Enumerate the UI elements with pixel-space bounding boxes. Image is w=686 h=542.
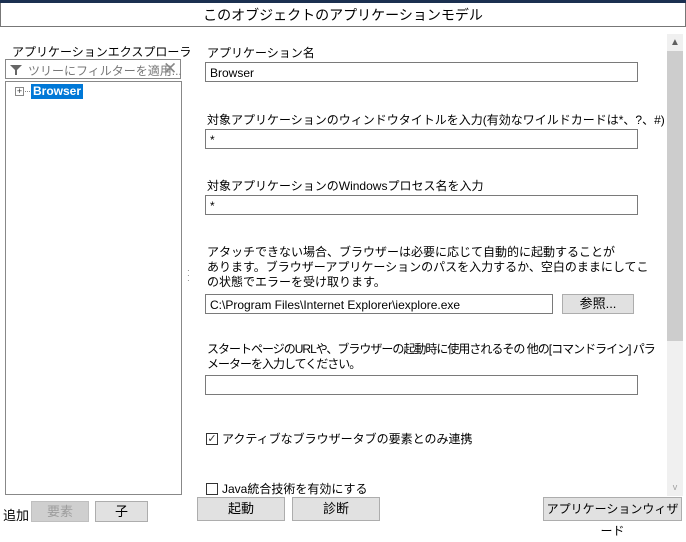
tree-connector <box>25 91 30 92</box>
path-desc-line: アタッチできない場合、ブラウザーは必要に応じて自動的に起動することが <box>207 245 616 259</box>
process-name-input[interactable]: * <box>205 195 638 215</box>
java-checkbox-row[interactable]: Java統合技術を有効にする <box>206 480 367 497</box>
clear-filter-icon[interactable]: ✕ <box>163 59 177 79</box>
launch-button[interactable]: 起動 <box>197 497 285 521</box>
add-element-button[interactable]: 要素 <box>31 501 89 522</box>
tree-node-browser[interactable]: Browser <box>31 84 84 99</box>
explorer-tree[interactable]: + Browser <box>5 81 182 495</box>
diagnose-button[interactable]: 診断 <box>292 497 380 521</box>
browse-button[interactable]: 参照... <box>562 294 634 314</box>
active-tab-checkbox-row[interactable]: ✓ アクティブなブラウザータブの要素とのみ連携 <box>206 430 473 447</box>
browser-path-input[interactable]: C:\Program Files\Internet Explorer\iexpl… <box>205 294 553 314</box>
filter-placeholder: ツリーにフィルターを適用... <box>28 64 182 78</box>
path-desc-line: の状態でエラーを受け取ります。 <box>207 275 386 289</box>
path-description: アタッチできない場合、ブラウザーは必要に応じて自動的に起動することが あります。… <box>207 245 648 290</box>
scroll-up-icon[interactable]: ▲ <box>667 34 683 51</box>
start-desc-line: スタートページのURLや、ブラウザーの起動時に使用されるその 他の[コマンドライ… <box>207 342 656 356</box>
path-desc-line: あります。ブラウザーアプリケーションのパスを入力するか、空白のままにしてこ <box>207 260 649 274</box>
vertical-scrollbar[interactable]: ▲ v <box>667 34 683 496</box>
window-title-label: 対象アプリケーションのウィンドウタイトルを入力(有効なワイルドカードは*、?、#… <box>207 113 665 127</box>
app-name-label: アプリケーション名 <box>207 46 315 60</box>
add-label: 追加 <box>3 508 30 523</box>
splitter-handle[interactable]: · · · <box>187 267 190 285</box>
expand-icon[interactable]: + <box>15 87 24 96</box>
window-title-input[interactable]: * <box>205 129 638 149</box>
active-tab-checkbox[interactable]: ✓ <box>206 432 218 445</box>
filter-icon-stem <box>15 70 17 75</box>
start-params-description: スタートページのURLや、ブラウザーの起動時に使用されるその 他の[コマンドライ… <box>207 342 656 372</box>
java-checkbox[interactable] <box>206 482 218 495</box>
active-tab-label: アクティブなブラウザータブの要素とのみ連携 <box>222 432 473 446</box>
process-name-label: 対象アプリケーションのWindowsプロセス名を入力 <box>207 179 484 193</box>
start-params-input[interactable] <box>205 375 638 395</box>
explorer-label: アプリケーションエクスプローラ <box>12 45 192 59</box>
java-label: Java統合技術を有効にする <box>222 482 368 496</box>
add-child-button[interactable]: 子 <box>95 501 148 522</box>
window-title: このオブジェクトのアプリケーションモデル <box>0 3 686 27</box>
tree-filter-input[interactable]: ツリーにフィルターを適用... ✕ <box>5 59 182 79</box>
scrollbar-thumb[interactable] <box>667 51 683 341</box>
application-wizard-button[interactable]: アプリケーションウィザード <box>543 497 682 538</box>
start-desc-line: メーターを入力してください。 <box>207 357 361 371</box>
app-name-input[interactable]: Browser <box>205 62 638 82</box>
scroll-down-icon[interactable]: v <box>667 479 683 496</box>
